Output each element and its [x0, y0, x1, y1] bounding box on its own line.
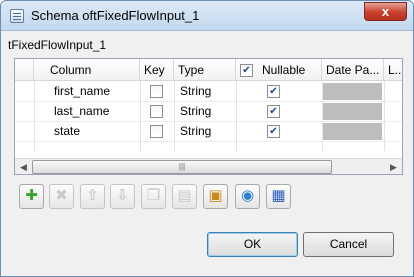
paste-icon: ▤ [177, 187, 192, 204]
scroll-right-arrow-icon[interactable]: ▶ [385, 159, 402, 174]
table-row[interactable]: state String [15, 122, 402, 141]
key-checkbox[interactable] [150, 125, 163, 138]
column-name-cell[interactable]: state [34, 122, 80, 141]
nullable-checkbox[interactable] [267, 105, 280, 118]
move-down-icon: ⇩ [116, 187, 129, 204]
copy-icon: ❐ [146, 187, 161, 204]
save-button[interactable]: ▦ [266, 184, 291, 209]
scrollbar-thumb[interactable]: ||| [32, 160, 332, 174]
column-header-key[interactable]: Key [140, 59, 174, 81]
date-pattern-cell [323, 103, 382, 120]
key-checkbox[interactable] [150, 85, 163, 98]
table-header: Column Key Type Nullable Date Pa... L... [15, 59, 402, 81]
column-header-date-pattern[interactable]: Date Pa... [322, 59, 384, 81]
export-button[interactable]: ◉ [235, 184, 260, 209]
save-icon: ▦ [271, 187, 286, 204]
window-title: Schema oftFixedFlowInput_1 [31, 8, 200, 23]
import-icon: ▣ [208, 187, 223, 204]
title-bar[interactable]: Schema oftFixedFlowInput_1 x [1, 1, 413, 31]
add-icon: ✚ [25, 187, 38, 204]
schema-dialog: Schema oftFixedFlowInput_1 x tFixedFlowI… [0, 0, 414, 277]
type-cell[interactable]: String [176, 82, 211, 101]
type-cell[interactable]: String [176, 102, 211, 121]
table-row[interactable]: first_name String [15, 82, 402, 101]
key-checkbox[interactable] [150, 105, 163, 118]
schema-table: Column Key Type Nullable Date Pa... L...… [14, 58, 403, 175]
import-button[interactable]: ▣ [203, 184, 228, 209]
column-name-cell[interactable]: first_name [34, 82, 110, 101]
remove-icon: ✖ [55, 187, 68, 204]
column-header-type[interactable]: Type [174, 59, 236, 81]
column-header-length[interactable]: L... [384, 59, 402, 81]
nullable-header-checkbox[interactable] [240, 64, 253, 77]
row-header-corner [15, 59, 34, 81]
horizontal-scrollbar[interactable]: ◀ ||| ▶ [15, 158, 402, 174]
app-icon [10, 9, 24, 23]
date-pattern-cell [323, 123, 382, 140]
cancel-button[interactable]: Cancel [303, 232, 394, 257]
ok-button[interactable]: OK [207, 232, 298, 257]
move-down-button[interactable]: ⇩ [110, 184, 135, 209]
remove-button[interactable]: ✖ [49, 184, 74, 209]
scroll-left-arrow-icon[interactable]: ◀ [15, 159, 32, 174]
move-up-button[interactable]: ⇧ [80, 184, 105, 209]
paste-button[interactable]: ▤ [172, 184, 197, 209]
type-cell[interactable]: String [176, 122, 211, 141]
table-row[interactable]: last_name String [15, 102, 402, 121]
export-icon: ◉ [240, 187, 255, 204]
nullable-checkbox[interactable] [267, 85, 280, 98]
close-button[interactable]: x [364, 2, 407, 21]
copy-button[interactable]: ❐ [141, 184, 166, 209]
component-label: tFixedFlowInput_1 [8, 38, 107, 52]
column-header-column[interactable]: Column [34, 59, 140, 81]
column-name-cell[interactable]: last_name [34, 102, 109, 121]
add-button[interactable]: ✚ [19, 184, 44, 209]
nullable-checkbox[interactable] [267, 125, 280, 138]
move-up-icon: ⇧ [86, 187, 99, 204]
date-pattern-cell [323, 83, 382, 100]
